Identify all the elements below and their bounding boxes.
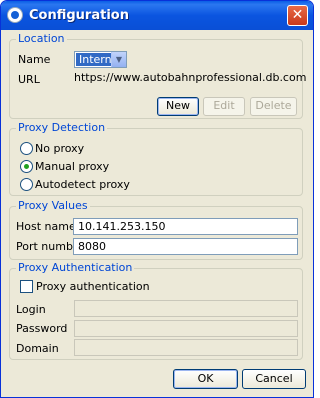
password-field[interactable] — [74, 320, 298, 337]
proxy-authentication-checkbox[interactable] — [20, 280, 33, 293]
location-group: Location Name Internet ▼ URL https://www… — [9, 32, 307, 119]
location-group-title: Location — [16, 32, 67, 45]
manual-proxy-radio[interactable] — [20, 160, 33, 173]
name-select[interactable]: Internet ▼ — [74, 51, 127, 68]
app-icon — [7, 7, 23, 23]
close-button[interactable]: ✕ — [287, 5, 308, 26]
chevron-down-icon[interactable]: ▼ — [111, 52, 126, 67]
autodetect-proxy-label[interactable]: Autodetect proxy — [35, 178, 130, 191]
login-field[interactable] — [74, 300, 298, 317]
no-proxy-radio[interactable] — [20, 142, 33, 155]
password-label: Password — [16, 322, 68, 335]
new-button[interactable]: New — [157, 97, 199, 116]
autodetect-proxy-radio[interactable] — [20, 178, 33, 191]
proxy-authentication-group: Proxy Authentication Proxy authenticatio… — [9, 261, 303, 360]
host-name-label: Host name — [16, 220, 76, 233]
window-title: Configuration — [29, 8, 129, 23]
domain-field[interactable] — [74, 339, 298, 356]
port-number-field[interactable]: 8080 — [73, 238, 298, 255]
cancel-button[interactable]: Cancel — [242, 369, 306, 389]
host-name-field[interactable]: 10.141.253.150 — [73, 218, 298, 235]
name-label: Name — [18, 53, 51, 66]
edit-button[interactable]: Edit — [203, 97, 245, 116]
url-value: https://www.autobahnprofessional.db.com — [74, 71, 307, 84]
proxy-values-group-title: Proxy Values — [16, 199, 90, 212]
ok-button[interactable]: OK — [173, 369, 238, 389]
title-bar[interactable]: Configuration ✕ — [1, 1, 313, 30]
proxy-detection-group-title: Proxy Detection — [16, 121, 108, 134]
proxy-authentication-checkbox-label[interactable]: Proxy authentication — [36, 280, 150, 293]
configuration-dialog: Configuration ✕ Location Name Internet ▼… — [0, 0, 314, 398]
proxy-detection-group: Proxy Detection No proxy Manual proxy Au… — [9, 121, 303, 196]
login-label: Login — [16, 303, 46, 316]
domain-label: Domain — [16, 342, 59, 355]
manual-proxy-label[interactable]: Manual proxy — [35, 160, 109, 173]
delete-button[interactable]: Delete — [250, 97, 297, 116]
no-proxy-label[interactable]: No proxy — [35, 142, 84, 155]
proxy-authentication-group-title: Proxy Authentication — [16, 261, 135, 274]
url-label: URL — [18, 73, 40, 86]
proxy-values-group: Proxy Values Host name 10.141.253.150 Po… — [9, 199, 303, 260]
